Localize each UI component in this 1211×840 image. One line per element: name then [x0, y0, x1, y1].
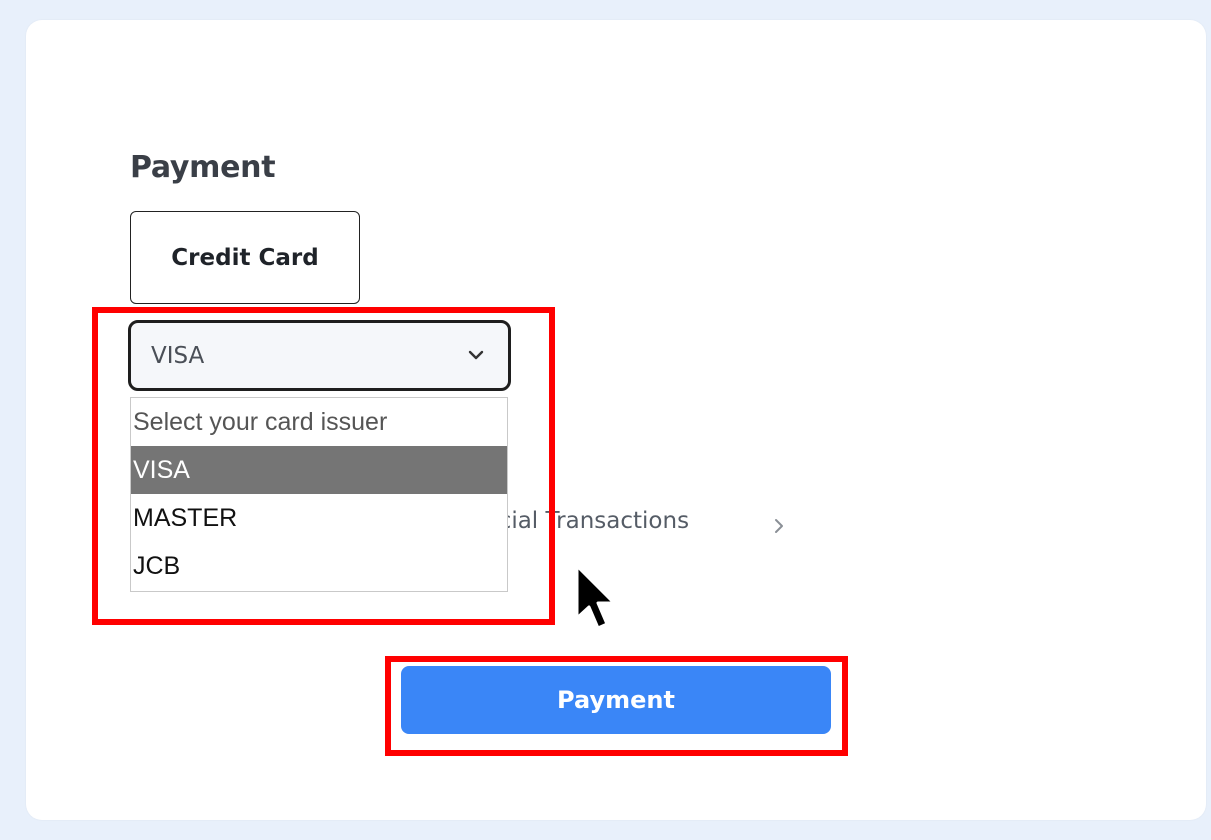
card-issuer-select-value: VISA	[151, 342, 205, 369]
dropdown-option-master[interactable]: MASTER	[131, 494, 507, 542]
dropdown-option-placeholder[interactable]: Select your card issuer	[131, 398, 507, 446]
payment-button[interactable]: Payment	[401, 666, 831, 734]
dropdown-option-jcb[interactable]: JCB	[131, 542, 507, 590]
card-issuer-select[interactable]: VISA	[128, 320, 511, 391]
section-title: Payment	[130, 150, 276, 185]
page: Payment Credit Card VISA ancial Transact…	[0, 0, 1211, 840]
credit-card-tab[interactable]: Credit Card	[130, 211, 360, 304]
dropdown-option-visa[interactable]: VISA	[131, 446, 507, 494]
card-issuer-dropdown-list: Select your card issuer VISA MASTER JCB	[130, 397, 508, 592]
mouse-pointer-icon	[575, 564, 616, 630]
chevron-down-icon	[468, 350, 484, 360]
chevron-right-icon[interactable]	[770, 515, 788, 537]
